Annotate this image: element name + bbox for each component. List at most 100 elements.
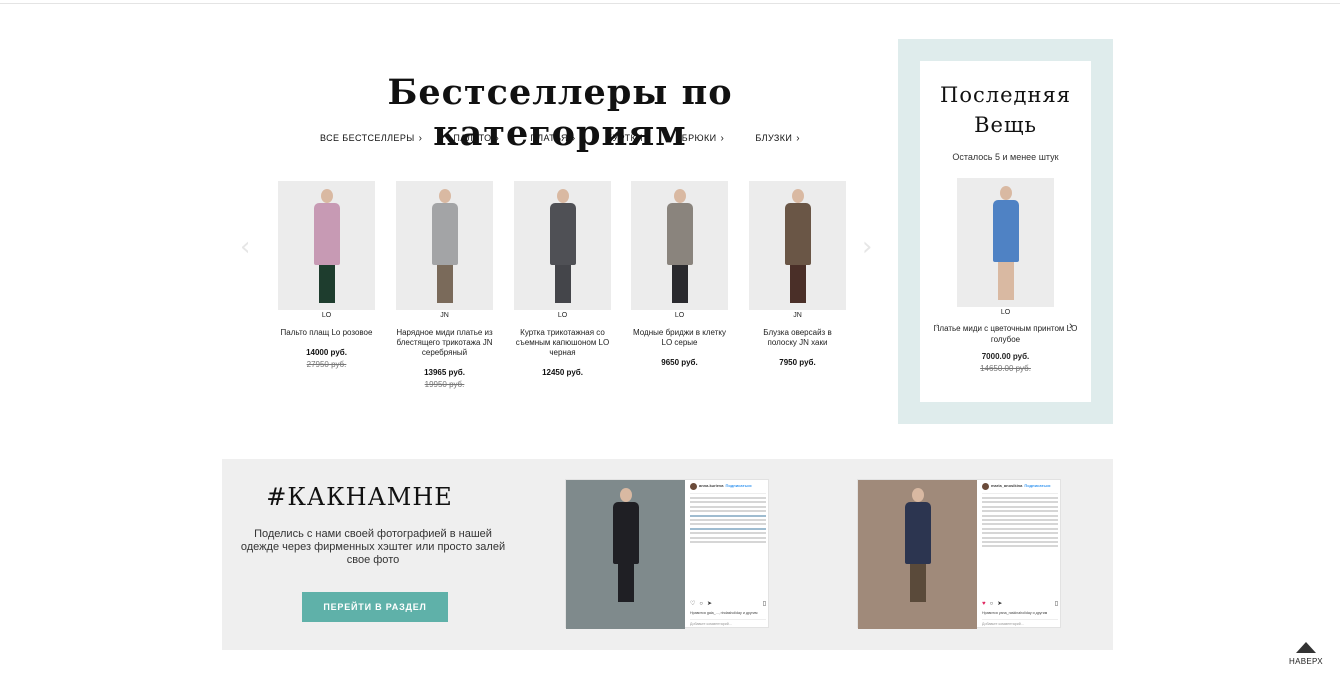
product-price: 13965 руб. — [424, 368, 465, 377]
garment — [904, 502, 931, 564]
product-card[interactable]: JN Блузка оверсайз в полоску JN хаки 795… — [749, 181, 846, 367]
product-brand: JN — [793, 312, 802, 319]
last-item-price: 7000.00 руб. — [981, 352, 1030, 361]
instagram-post-sidebar: maria_anosikina Подписаться ♥ ○ ➤ ▯ Нрави… — [979, 480, 1061, 629]
carousel-prev-arrow-icon[interactable]: ‹ — [240, 232, 250, 262]
product-photo[interactable] — [396, 181, 493, 310]
product-photo[interactable] — [278, 181, 375, 310]
category-dresses[interactable]: ПЛАТЬЯ › — [530, 133, 575, 144]
bookmark-icon[interactable]: ▯ — [1055, 602, 1058, 608]
product-name[interactable]: Куртка трикотажная со съемным капюшоном … — [514, 328, 611, 358]
model-head — [791, 189, 804, 203]
text-line — [982, 527, 1058, 530]
divider — [690, 493, 766, 494]
product-photo[interactable] — [631, 181, 728, 310]
instagram-likes: Нравится yana_raskinaholiday и другим — [982, 611, 1048, 616]
back-to-top-button[interactable]: НАВЕРХ — [1287, 642, 1325, 666]
last-item-title-line: Последняя — [940, 83, 1071, 107]
product-card[interactable]: LO Модные бриджи в клетку LO серые 9650 … — [631, 181, 728, 367]
category-blouses[interactable]: БЛУЗКИ › — [755, 133, 800, 144]
model-head — [999, 186, 1012, 200]
bestsellers-category-nav: ВСЕ БЕСТСЕЛЛЕРЫ › ПАЛЬТО › ПЛАТЬЯ › КУРТКИ ›… — [320, 133, 800, 144]
heart-icon[interactable]: ♥ — [982, 602, 986, 608]
model-legs — [909, 564, 926, 602]
hashtag-description: Поделись с нами своей фотографией в наше… — [240, 528, 506, 566]
category-coats[interactable]: ПАЛЬТО › — [453, 133, 499, 144]
category-label: ПАЛЬТО — [453, 133, 492, 143]
follow-link[interactable]: Подписаться — [725, 484, 751, 489]
text-line — [690, 514, 766, 517]
comment-icon[interactable]: ○ — [699, 602, 703, 608]
product-price: 14000 руб. — [306, 348, 347, 357]
text-line — [690, 527, 766, 530]
instagram-post-sidebar: anna.kurieva Подписаться ♡ ○ ➤ ▯ Нравится… — [687, 480, 769, 629]
last-item-old-price: 14650.00 руб. — [980, 364, 1031, 373]
product-old-price: 27950 руб. — [306, 360, 347, 369]
product-price: 12450 руб. — [542, 368, 583, 377]
product-brand: LO — [321, 312, 332, 319]
instagram-comment-field[interactable]: Добавьте комментарий... — [690, 619, 766, 627]
model-legs — [789, 265, 806, 303]
text-line — [690, 540, 766, 543]
share-icon[interactable]: ➤ — [997, 602, 1002, 608]
product-photo[interactable] — [749, 181, 846, 310]
bestsellers-carousel: LO Пальто плащ Lo розовое 14000 руб. 279… — [278, 181, 848, 401]
text-line — [982, 532, 1058, 535]
last-item-brand: LO — [1000, 309, 1011, 316]
text-line — [982, 523, 1058, 526]
carousel-next-arrow-icon[interactable]: › — [862, 232, 872, 262]
product-price: 7950 руб. — [779, 358, 816, 367]
category-label: ВСЕ БЕСТСЕЛЛЕРЫ — [320, 133, 415, 143]
last-item-subtitle: Осталось 5 и менее штук — [952, 152, 1059, 162]
product-card[interactable]: JN Нарядное миди платье из блестящего тр… — [396, 181, 493, 389]
product-card[interactable]: LO Пальто плащ Lo розовое 14000 руб. 279… — [278, 181, 375, 369]
chevron-right-icon: › — [646, 133, 651, 144]
category-trousers[interactable]: БРЮКИ › — [682, 133, 724, 144]
product-brand: LO — [674, 312, 685, 319]
top-divider — [0, 3, 1340, 4]
text-line — [690, 518, 766, 521]
instagram-post[interactable]: maria_anosikina Подписаться ♥ ○ ➤ ▯ Нрави… — [857, 479, 1061, 629]
last-item-card: Последняя Вещь Осталось 5 и менее штук L… — [920, 61, 1091, 402]
model-head — [673, 189, 686, 203]
chevron-right-icon: › — [418, 133, 423, 144]
product-name[interactable]: Пальто плащ Lo розовое — [278, 328, 375, 338]
text-line — [982, 501, 1058, 504]
bookmark-icon[interactable]: ▯ — [763, 602, 766, 608]
text-line — [982, 510, 1058, 513]
instagram-post-photo[interactable] — [858, 480, 977, 629]
last-item-photo[interactable] — [957, 178, 1054, 307]
model-head — [619, 488, 632, 502]
last-item-next-arrow-icon[interactable]: › — [1069, 320, 1073, 332]
instagram-post-user[interactable]: maria_anosikina Подписаться — [982, 483, 1058, 490]
avatar — [982, 483, 989, 490]
garment — [992, 200, 1019, 262]
instagram-post-user[interactable]: anna.kurieva Подписаться — [690, 483, 766, 490]
text-line — [690, 497, 766, 499]
text-line — [690, 536, 766, 539]
hashtag-section: #КАКНАМНЕ Поделись с нами своей фотограф… — [222, 459, 1113, 650]
product-name[interactable]: Модные бриджи в клетку LO серые — [631, 328, 728, 348]
last-item-prev-arrow-icon[interactable]: ‹ — [935, 320, 939, 332]
product-name[interactable]: Блузка оверсайз в полоску JN хаки — [749, 328, 846, 348]
last-item-title: Последняя Вещь — [920, 80, 1091, 140]
follow-link[interactable]: Подписаться — [1024, 484, 1050, 489]
go-to-section-button[interactable]: ПЕРЕЙТИ В РАЗДЕЛ — [302, 592, 448, 622]
heart-icon[interactable]: ♡ — [690, 602, 695, 608]
category-all-bestsellers[interactable]: ВСЕ БЕСТСЕЛЛЕРЫ › — [320, 133, 422, 144]
avatar — [690, 483, 697, 490]
model-legs — [617, 564, 634, 602]
instagram-comment-field[interactable]: Добавьте комментарий... — [982, 619, 1058, 627]
share-icon[interactable]: ➤ — [707, 602, 712, 608]
instagram-post[interactable]: anna.kurieva Подписаться ♡ ○ ➤ ▯ Нравится… — [565, 479, 769, 629]
model-head — [438, 189, 451, 203]
product-card[interactable]: LO Куртка трикотажная со съемным капюшон… — [514, 181, 611, 377]
comment-icon[interactable]: ○ — [990, 602, 994, 608]
last-item-name[interactable]: Платье миди с цветочным принтом LO голуб… — [920, 323, 1091, 345]
product-name[interactable]: Нарядное миди платье из блестящего трико… — [396, 328, 493, 358]
instagram-post-photo[interactable] — [566, 480, 685, 629]
category-label: КУРТКИ — [606, 133, 643, 143]
category-jackets[interactable]: КУРТКИ › — [607, 133, 651, 144]
product-photo[interactable] — [514, 181, 611, 310]
text-line — [690, 523, 766, 526]
